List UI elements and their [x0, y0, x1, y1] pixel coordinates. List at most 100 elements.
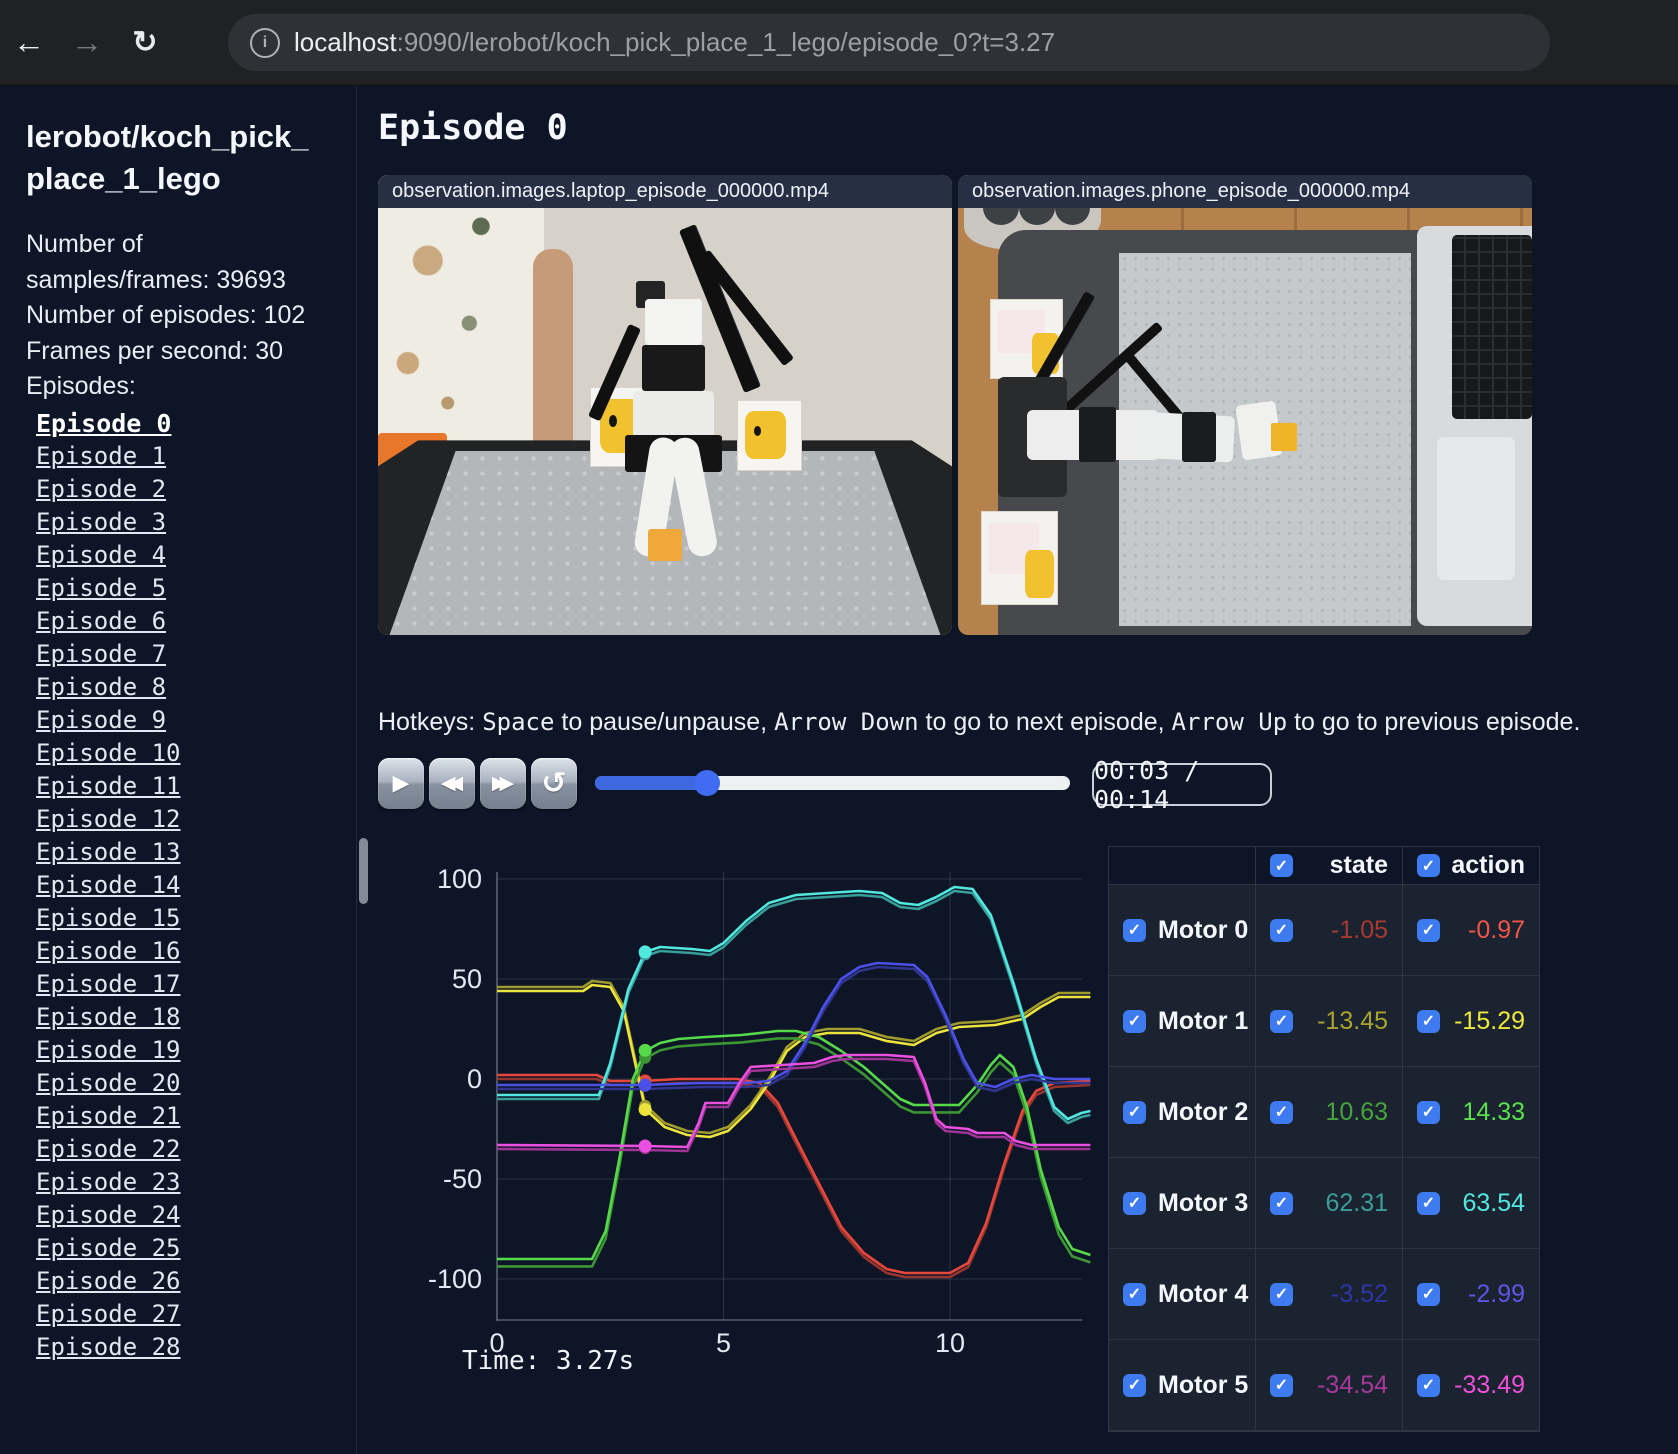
svg-text:100: 100: [437, 864, 482, 894]
motor-checkbox[interactable]: ✓: [1417, 918, 1440, 942]
back-icon[interactable]: ←: [0, 24, 58, 61]
motor-checkbox[interactable]: ✓: [1417, 1191, 1440, 1215]
sidebar-episode-link[interactable]: Episode 16: [36, 935, 356, 968]
sidebar-episode-link[interactable]: Episode 10: [36, 737, 356, 770]
app-window: ← → ↻ i localhost:9090/lerobot/koch_pick…: [0, 0, 1678, 1454]
motor-checkbox[interactable]: ✓: [1123, 918, 1146, 942]
sidebar-episode-link[interactable]: Episode 20: [36, 1067, 356, 1100]
motor-checkbox[interactable]: ✓: [1123, 1373, 1146, 1397]
seek-thumb[interactable]: [693, 770, 720, 796]
state-value: -1.05: [1331, 915, 1388, 944]
url-host: localhost: [294, 27, 397, 57]
svg-text:-100: -100: [428, 1264, 482, 1294]
sidebar-episode-link[interactable]: Episode 27: [36, 1298, 356, 1331]
motor-checkbox[interactable]: ✓: [1123, 1100, 1146, 1124]
fast-forward-button[interactable]: ▶▶: [480, 757, 526, 809]
sidebar-episode-link[interactable]: Episode 5: [36, 572, 356, 605]
scrollbar-thumb[interactable]: [359, 838, 368, 904]
laptop-video[interactable]: observation.images.laptop_episode_000000…: [378, 175, 952, 635]
seek-slider[interactable]: [595, 770, 1070, 796]
svg-text:0: 0: [467, 1064, 482, 1094]
sidebar-episode-link[interactable]: Episode 13: [36, 836, 356, 869]
motor-checkbox[interactable]: ✓: [1270, 1191, 1293, 1215]
loop-button[interactable]: ↺: [531, 757, 577, 809]
action-column-label: action: [1451, 851, 1525, 879]
rewind-button[interactable]: ◀◀: [429, 757, 475, 809]
motor-row: ✓ Motor 5 ✓ -34.54 ✓ -33.49: [1109, 1340, 1539, 1431]
sidebar-episode-link[interactable]: Episode 18: [36, 1001, 356, 1034]
motor-checkbox[interactable]: ✓: [1270, 1100, 1293, 1124]
motor-checkbox[interactable]: ✓: [1270, 1009, 1293, 1033]
state-column-label: state: [1329, 851, 1388, 879]
browser-toolbar: ← → ↻ i localhost:9090/lerobot/koch_pick…: [0, 0, 1678, 86]
motor-checkbox[interactable]: ✓: [1270, 1282, 1293, 1306]
hotkey-key: Arrow Up: [1171, 708, 1288, 736]
sidebar-episode-link[interactable]: Episode 28: [36, 1331, 356, 1364]
header-state-cell: ✓ state: [1256, 847, 1403, 884]
seek-fill: [595, 776, 707, 790]
state-column-checkbox[interactable]: ✓: [1270, 854, 1293, 877]
motor-checkbox[interactable]: ✓: [1123, 1009, 1146, 1033]
sidebar-episode-link[interactable]: Episode 6: [36, 605, 356, 638]
motor-checkbox[interactable]: ✓: [1270, 918, 1293, 942]
sidebar-episode-link[interactable]: Episode 19: [36, 1034, 356, 1067]
dataset-stats: Number of samples/frames: 39693 Number of…: [26, 227, 328, 370]
motor-name: Motor 4: [1158, 1279, 1249, 1308]
sidebar-episode-link[interactable]: Episode 4: [36, 539, 356, 572]
action-value: -0.97: [1468, 915, 1525, 944]
sidebar-episode-link[interactable]: Episode 2: [36, 473, 356, 506]
action-value: -15.29: [1454, 1006, 1525, 1035]
motor-checkbox[interactable]: ✓: [1123, 1282, 1146, 1306]
address-bar[interactable]: i localhost:9090/lerobot/koch_pick_place…: [228, 14, 1550, 71]
person-arm: [532, 248, 574, 461]
motor-chart-svg: 100500-50-1000 5 10: [428, 864, 1091, 1358]
motor-table-body: ✓ Motor 0 ✓ -1.05 ✓ -0.97 ✓ Motor 1 ✓ -13.45 ✓ -15.…: [1109, 885, 1539, 1431]
sidebar-episode-link[interactable]: Episode 9: [36, 704, 356, 737]
laptop-trackpad: [1437, 437, 1515, 580]
reload-icon[interactable]: ↻: [116, 25, 174, 60]
sidebar-episode-link[interactable]: Episode 15: [36, 902, 356, 935]
sidebar-episode-link[interactable]: Episode 1: [36, 440, 356, 473]
hotkey-text: to go to next episode,: [918, 708, 1172, 736]
sidebar-episode-link[interactable]: Episode 24: [36, 1199, 356, 1232]
site-info-icon[interactable]: i: [250, 27, 280, 58]
phone-video-frame[interactable]: [958, 175, 1532, 635]
motor-checkbox[interactable]: ✓: [1417, 1373, 1440, 1397]
motor-checkbox[interactable]: ✓: [1417, 1009, 1440, 1033]
sidebar-episode-link[interactable]: Episode 14: [36, 869, 356, 902]
video-filename: observation.images.laptop_episode_000000…: [392, 180, 829, 202]
sidebar-episode-link[interactable]: Episode 21: [36, 1100, 356, 1133]
motor-row: ✓ Motor 1 ✓ -13.45 ✓ -15.29: [1109, 976, 1539, 1067]
sidebar-episode-link[interactable]: Episode 11: [36, 770, 356, 803]
laptop-video-frame[interactable]: [378, 175, 952, 635]
sidebar-episode-link[interactable]: Episode 3: [36, 506, 356, 539]
header-empty-cell: [1109, 847, 1256, 884]
sidebar-episode-link[interactable]: Episode 12: [36, 803, 356, 836]
motor-checkbox[interactable]: ✓: [1123, 1191, 1146, 1215]
sidebar-episode-link[interactable]: Episode 8: [36, 671, 356, 704]
motor-checkbox[interactable]: ✓: [1417, 1100, 1440, 1124]
sidebar-episode-link[interactable]: Episode 17: [36, 968, 356, 1001]
hotkey-key: Space: [482, 708, 555, 736]
motor-checkbox[interactable]: ✓: [1270, 1373, 1293, 1397]
sidebar-episode-link[interactable]: Episode 7: [36, 638, 356, 671]
sidebar-episode-link[interactable]: Episode 0: [36, 407, 356, 440]
action-column-checkbox[interactable]: ✓: [1417, 854, 1440, 877]
sidebar-episode-link[interactable]: Episode 23: [36, 1166, 356, 1199]
dataset-title: lerobot/koch_pick_place_1_lego: [26, 119, 309, 197]
state-value: 10.63: [1325, 1097, 1388, 1126]
robot-arm-motor: [1078, 407, 1116, 463]
time-display: 00:03 / 00:14: [1092, 756, 1272, 814]
chart-time-label: Time: 3.27s: [462, 1346, 635, 1376]
hotkey-text: Hotkeys:: [378, 708, 483, 736]
url-path: :9090/lerobot/koch_pick_place_1_lego/epi…: [396, 27, 1056, 57]
robot-arm-motor: [1181, 411, 1217, 463]
sidebar-episode-link[interactable]: Episode 22: [36, 1133, 356, 1166]
phone-video[interactable]: observation.images.phone_episode_000000.…: [958, 175, 1532, 635]
motor-checkbox[interactable]: ✓: [1417, 1282, 1440, 1306]
forward-icon[interactable]: →: [58, 24, 116, 61]
sidebar-episode-link[interactable]: Episode 25: [36, 1232, 356, 1265]
motor-name: Motor 0: [1158, 915, 1249, 944]
sidebar-episode-link[interactable]: Episode 26: [36, 1265, 356, 1298]
play-button[interactable]: ▶: [378, 757, 424, 809]
